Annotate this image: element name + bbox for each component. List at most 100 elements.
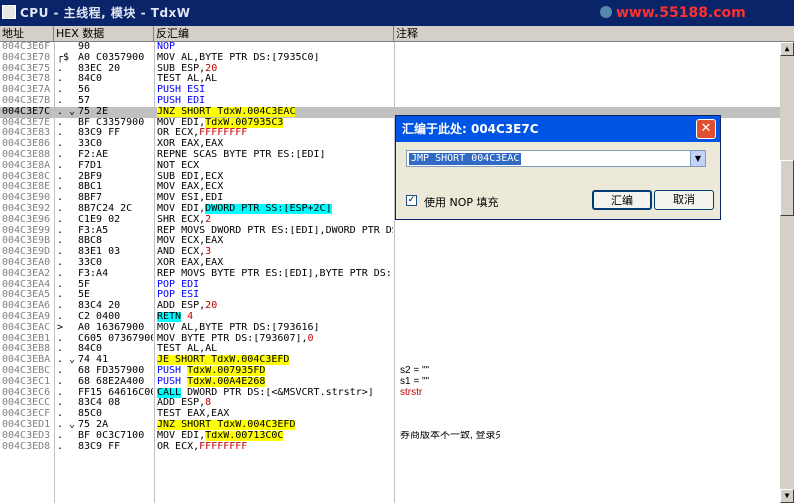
disasm-token: SHR ECX, xyxy=(157,214,206,225)
col-header-hex[interactable]: HEX 数据 xyxy=(54,26,154,41)
row-disasm: OR ECX,FFFFFFFF xyxy=(157,442,393,453)
row-hex: C605 07367900 xyxy=(78,333,153,344)
disasm-token: TdxW.007935FD xyxy=(187,366,266,376)
assemble-input-value[interactable]: JMP SHORT 004C3EAC xyxy=(409,153,522,165)
disasm-token: ADD ESP, xyxy=(157,301,206,312)
table-row[interactable]: 004C3E70 ┌$ A0 C0357900 MOV AL,BYTE PTR DS:… xyxy=(0,52,780,64)
table-row[interactable]: 004C3ED1. ⌄ 75 2A JNZ SHORT TdxW.004C3EFD xyxy=(0,419,780,431)
scroll-up-arrow-icon[interactable]: ▲ xyxy=(780,42,794,56)
table-row[interactable]: 004C3E78. 84C0 TEST AL,AL xyxy=(0,74,780,85)
row-hex: A0 C0357900 xyxy=(78,52,145,63)
disasm-token: TdxW.00713C0C xyxy=(205,430,284,441)
disassembly-list[interactable]: 004C3E6F 90 NOP 004C3E70 ┌$ A0 C0357900 MOV AL… xyxy=(0,42,780,503)
dropdown-arrow-icon[interactable]: ▼ xyxy=(690,151,705,166)
disasm-token: MOV ESI,EDI xyxy=(157,193,224,204)
cancel-button[interactable]: 取消 xyxy=(654,190,714,210)
table-row[interactable]: 004C3E9D. 83E1 03 AND ECX,3 xyxy=(0,246,780,258)
row-disasm: MOV ESI,EDI xyxy=(157,193,393,204)
row-hex: C1E9 02 xyxy=(78,214,121,225)
disasm-token: PUSH EDI xyxy=(157,96,206,106)
table-row[interactable]: 004C3EBC. 68 FD357900 PUSH TdxW.007935FD s2… xyxy=(0,365,780,377)
table-row[interactable]: 004C3ED3. BF 0C3C7100 MOV EDI,TdxW.00713C0… xyxy=(0,429,780,442)
assemble-button[interactable]: 汇编 xyxy=(592,190,652,210)
disasm-token: 0 xyxy=(307,333,314,344)
col-header-disasm[interactable]: 反汇编 xyxy=(154,26,394,41)
col-header-comment[interactable]: 注释 xyxy=(394,26,794,41)
row-hex: F7D1 xyxy=(78,160,103,171)
row-hex: 75 2E xyxy=(78,106,109,117)
table-row[interactable]: 004C3EA9. C2 0400 RETN 4 xyxy=(0,311,780,323)
assemble-dialog: 汇编于此处: 004C3E7C ✕ JMP SHORT 004C3EAC ▼ ✓… xyxy=(395,115,721,220)
table-row[interactable]: 004C3E99. F3:A5 REP MOVS DWORD PTR ES:[EDI… xyxy=(0,225,780,237)
row-hex: 83E1 03 xyxy=(78,247,121,258)
scroll-thumb[interactable] xyxy=(780,160,794,216)
row-address: 004C3EA5 xyxy=(2,290,51,301)
row-address: 004C3ED3 xyxy=(2,430,51,441)
row-hex: 90 xyxy=(78,42,91,52)
table-row[interactable]: 004C3EB1. C605 07367900 MOV BYTE PTR DS:[7… xyxy=(0,333,780,345)
disasm-token: 20 xyxy=(205,301,218,312)
disasm-token: SUB EDI,ECX xyxy=(157,171,224,182)
disasm-token: PUSH ESI xyxy=(157,85,206,96)
col-header-address[interactable]: 地址 xyxy=(0,26,54,41)
row-hex: F3:A4 xyxy=(78,268,109,279)
table-row[interactable]: 004C3EA2. F3:A4 REP MOVS BYTE PTR ES:[EDI]… xyxy=(0,268,780,280)
assemble-input[interactable]: JMP SHORT 004C3EAC ▼ xyxy=(406,150,706,167)
table-row[interactable]: 004C3EC1. 68 68E2A400 PUSH TdxW.00A4E268 s1… xyxy=(0,376,780,388)
disasm-token: TEST AL,AL xyxy=(157,74,218,85)
table-row[interactable]: 004C3EB8. 84C0 TEST AL,AL xyxy=(0,344,780,355)
disasm-token: OR ECX, xyxy=(157,441,200,452)
nop-fill-label[interactable]: 使用 NOP 填充 xyxy=(424,194,499,210)
disasm-token: ADD ESP, xyxy=(157,398,206,409)
row-address: 004C3E9D xyxy=(2,247,51,258)
row-hex: 8B7C24 2C xyxy=(78,204,133,214)
cpu-window-icon xyxy=(2,5,16,19)
row-address: 004C3EA6 xyxy=(2,301,51,312)
comment-token: s2 = "" xyxy=(400,366,430,376)
scroll-down-arrow-icon[interactable]: ▼ xyxy=(780,489,794,503)
row-disasm: JNZ SHORT TdxW.004C3EAC xyxy=(157,106,393,118)
row-disasm: JE SHORT TdxW.004C3EFD xyxy=(157,355,393,366)
row-disasm: PUSH TdxW.007935FD xyxy=(157,366,393,377)
row-address: 004C3E88 xyxy=(2,150,51,160)
title-bar: CPU - 主线程, 模块 - TdxW www.55188.com xyxy=(0,0,794,26)
row-disasm: XOR EAX,EAX xyxy=(157,139,393,150)
row-hex: 5E xyxy=(78,290,91,301)
table-row[interactable]: 004C3E7B. 57 PUSH EDI xyxy=(0,95,780,107)
disasm-token: POP EDI xyxy=(157,279,200,290)
disasm-token: REP MOVS DWORD PTR ES:[EDI],DWORD PTR DS xyxy=(157,225,393,236)
disasm-token: MOV EAX,ECX xyxy=(157,182,224,193)
row-address: 004C3EB8 xyxy=(2,344,51,355)
close-icon[interactable]: ✕ xyxy=(696,119,716,139)
row-address: 004C3EB1 xyxy=(2,333,51,344)
row-address: 004C3E75 xyxy=(2,63,51,74)
table-row[interactable]: 004C3ED8. 83C9 FF OR ECX,FFFFFFFF xyxy=(0,441,780,453)
row-disasm: MOV AL,BYTE PTR DS:[7935C0] xyxy=(157,53,393,64)
table-row[interactable]: 004C3EC6. FF15 64616C00 CALL DWORD PTR DS:… xyxy=(0,387,780,399)
row-disasm: ADD ESP,8 xyxy=(157,398,393,409)
table-row[interactable]: 004C3E9B. 8BC8 MOV ECX,EAX xyxy=(0,236,780,247)
disasm-token: MOV AL,BYTE PTR DS:[7935C0] xyxy=(157,52,320,63)
table-row[interactable]: 004C3EA4. 5F POP EDI xyxy=(0,279,780,291)
nop-fill-checkbox[interactable]: ✓ xyxy=(406,195,417,206)
disasm-token: FFFFFFFF xyxy=(199,441,248,452)
row-disasm: MOV BYTE PTR DS:[793607],0 xyxy=(157,334,393,345)
table-row[interactable]: 004C3EBA. ⌄ 74 41 JE SHORT TdxW.004C3EFD xyxy=(0,354,780,366)
row-address: 004C3E8C xyxy=(2,171,51,182)
table-row[interactable]: 004C3EA0. 33C0 XOR EAX,EAX xyxy=(0,257,780,269)
disasm-token: 4 xyxy=(181,312,194,322)
table-row[interactable]: 004C3E6F 90 NOP xyxy=(0,42,780,53)
table-row[interactable]: 004C3E7A. 56 PUSH ESI xyxy=(0,84,780,96)
table-row[interactable]: 004C3EAC > A0 16367900 MOV AL,BYTE PTR DS:… xyxy=(0,322,780,334)
vertical-scrollbar[interactable]: ▲ ▼ xyxy=(780,42,794,503)
disasm-token: 20 xyxy=(205,63,218,74)
disasm-token: FFFFFFFF xyxy=(199,128,248,139)
table-row[interactable]: 004C3EA6. 83C4 20 ADD ESP,20 xyxy=(0,300,780,312)
table-row[interactable]: 004C3ECF. 85C0 TEST EAX,EAX xyxy=(0,408,780,420)
table-row[interactable]: 004C3EA5. 5E POP ESI xyxy=(0,290,780,301)
row-address: 004C3E7E xyxy=(2,117,51,128)
table-row[interactable]: 004C3E75. 83EC 20 SUB ESP,20 xyxy=(0,63,780,75)
table-row[interactable]: 004C3ECC. 83C4 08 ADD ESP,8 xyxy=(0,398,780,409)
row-marker: . xyxy=(57,429,64,441)
row-address: 004C3E96 xyxy=(2,214,51,225)
